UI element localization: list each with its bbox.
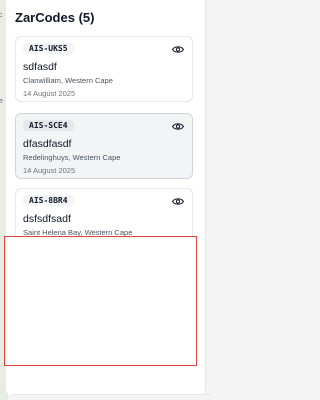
eye-icon[interactable] bbox=[172, 122, 184, 131]
zarcode-location: Clanwilliam, Western Cape bbox=[23, 76, 113, 85]
zarcode-location: Redelinghuys, Western Cape bbox=[23, 153, 121, 162]
highlight-box bbox=[4, 236, 197, 366]
map-label: c bbox=[0, 12, 3, 19]
zarcode-name: dsfsdfsadf bbox=[23, 213, 71, 225]
panel-title: ZarCodes (5) bbox=[15, 10, 95, 25]
zarcode-card-selected[interactable]: AIS-SCE4 dfasdfasdf Redelinghuys, Wester… bbox=[15, 113, 193, 179]
map-label: e bbox=[0, 98, 3, 105]
zarcode-card[interactable]: AIS-8BR4 dsfsdfsadf Saint Helena Bay, We… bbox=[15, 188, 193, 238]
panel-divider bbox=[12, 394, 211, 395]
code-badge: AIS-UKS5 bbox=[23, 43, 74, 54]
zarcode-name: dfasdfasdf bbox=[23, 138, 72, 150]
zarcode-card-clipped: AIS-8BR4 dsfsdfsadf Saint Helena Bay, We… bbox=[15, 188, 193, 238]
eye-icon[interactable] bbox=[172, 45, 184, 54]
zarcode-card[interactable]: AIS-UKS5 sdfasdf Clanwilliam, Western Ca… bbox=[15, 36, 193, 102]
zarcode-date: 14 August 2025 bbox=[23, 89, 76, 98]
zarcode-date: 14 August 2025 bbox=[23, 166, 76, 175]
code-badge: AIS-8BR4 bbox=[23, 195, 74, 206]
eye-icon[interactable] bbox=[172, 197, 184, 206]
code-badge: AIS-SCE4 bbox=[23, 120, 74, 131]
zarcode-name: sdfasdf bbox=[23, 61, 57, 73]
